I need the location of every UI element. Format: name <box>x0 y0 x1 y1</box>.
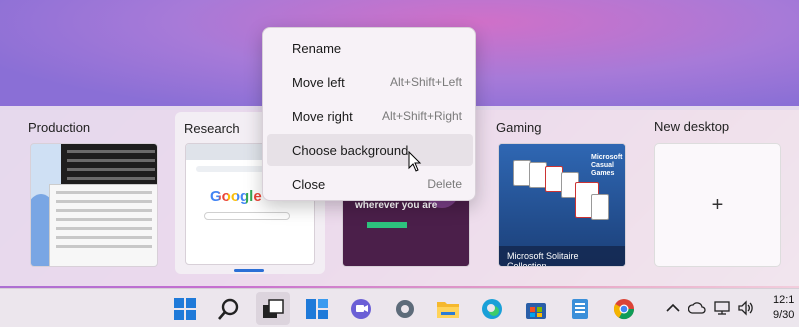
menu-item-move-left[interactable]: Move left Alt+Shift+Left <box>267 66 473 98</box>
active-desktop-indicator <box>234 269 264 272</box>
chevron-up-icon[interactable] <box>664 299 682 317</box>
desktop-production[interactable]: Production <box>28 114 160 274</box>
volume-icon[interactable] <box>737 299 755 317</box>
search-box-thumbnail <box>204 212 290 220</box>
menu-item-move-right[interactable]: Move right Alt+Shift+Right <box>267 100 473 132</box>
plus-icon: + <box>711 193 724 216</box>
notepad-icon[interactable] <box>568 297 592 321</box>
system-clock[interactable]: 12:1 9/30 <box>773 293 794 323</box>
teams-cta-button <box>367 222 407 228</box>
menu-item-rename[interactable]: Rename <box>267 32 473 64</box>
desktop-label: Research <box>184 121 240 136</box>
desktop-label: Gaming <box>496 120 542 135</box>
clock-time: 12:1 <box>773 294 795 306</box>
clock-date: 9/30 <box>773 309 795 321</box>
windows-start-icon[interactable] <box>173 297 197 321</box>
shortcut-hint: Alt+Shift+Right <box>381 109 462 123</box>
settings-icon[interactable] <box>393 297 417 321</box>
chrome-icon[interactable] <box>612 297 636 321</box>
edge-icon[interactable] <box>480 297 504 321</box>
microsoft-brand: Microsoft Casual Games <box>591 154 623 177</box>
playing-card <box>591 194 609 220</box>
mouse-cursor-icon <box>408 151 422 172</box>
taskbar: 12:1 9/30 <box>0 288 799 327</box>
cloud-icon[interactable] <box>688 299 706 317</box>
new-desktop-button[interactable]: + <box>654 143 781 267</box>
explorer-window-thumbnail <box>49 184 157 266</box>
desktop-context-menu: Rename Move left Alt+Shift+Left Move rig… <box>262 27 476 201</box>
menu-item-choose-background[interactable]: Choose background <box>267 134 473 166</box>
new-desktop-label: New desktop <box>654 119 730 134</box>
shortcut-hint: Alt+Shift+Left <box>389 75 462 89</box>
desktop-thumbnail[interactable] <box>30 143 158 267</box>
desktop-label: Production <box>28 120 91 135</box>
game-title: Microsoft Solitaire Collection <box>499 246 625 266</box>
network-icon[interactable] <box>713 299 731 317</box>
menu-item-close[interactable]: Close Delete <box>267 168 473 200</box>
shortcut-hint: Delete <box>427 177 462 191</box>
store-icon[interactable] <box>524 297 548 321</box>
desktop-thumbnail[interactable]: Microsoft Casual Games Microsoft Solitai… <box>498 143 626 267</box>
search-icon[interactable] <box>217 297 241 321</box>
chat-icon[interactable] <box>349 297 373 321</box>
widgets-icon[interactable] <box>305 297 329 321</box>
google-logo: Google <box>210 188 262 205</box>
file-explorer-icon[interactable] <box>436 297 460 321</box>
task-view-icon[interactable] <box>261 297 285 321</box>
desktop-gaming[interactable]: Gaming Microsoft Casual Games Microsoft … <box>496 114 628 274</box>
